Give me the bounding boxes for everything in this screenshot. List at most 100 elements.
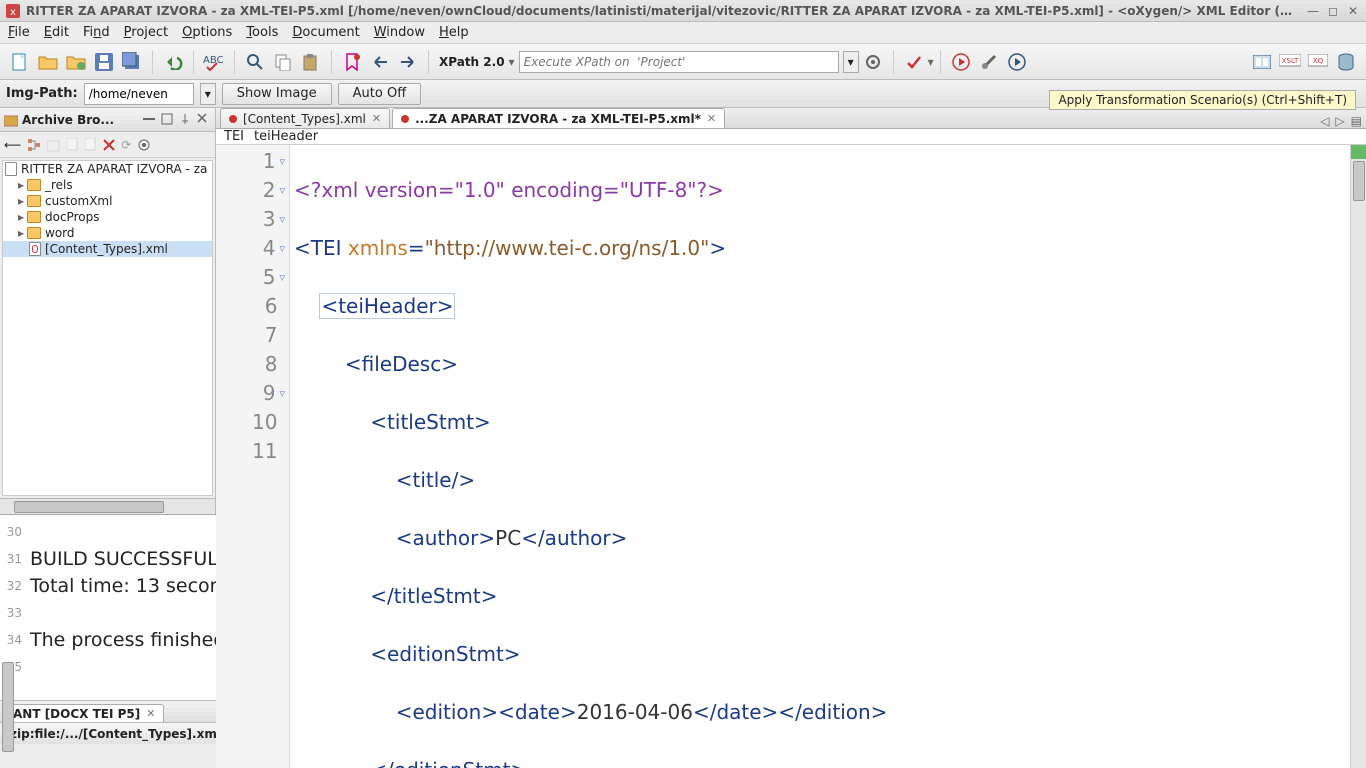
archive-refresh-icon[interactable]: ⟳ <box>121 138 131 152</box>
separator <box>940 50 941 74</box>
archive-browser-panel: Archive Bro... ⟵ ⟳ RITTER ZA APARAT IZVO… <box>0 108 216 514</box>
svg-text:XQ: XQ <box>1313 57 1324 65</box>
auto-off-button[interactable]: Auto Off <box>338 83 422 105</box>
new-file-icon[interactable] <box>8 50 32 74</box>
configure-transform-icon[interactable] <box>977 50 1001 74</box>
crumb-tei[interactable]: TEI <box>224 129 244 144</box>
panel-close-icon[interactable] <box>197 113 211 127</box>
minimize-button[interactable]: — <box>1306 4 1320 18</box>
editor-vscrollbar[interactable] <box>1350 145 1366 768</box>
archive-up-icon[interactable]: ⟵ <box>4 138 21 152</box>
tab-prev-icon[interactable]: ◁ <box>1320 114 1329 128</box>
main-toolbar: ABC XPath 2.0 ▾ ▾ ▾ XSLT XQ <box>0 44 1366 80</box>
tab-close-icon[interactable]: ✕ <box>146 707 155 720</box>
open-project-icon[interactable] <box>64 50 88 74</box>
debug-icon[interactable] <box>1005 50 1029 74</box>
panel-pin-icon[interactable] <box>179 113 193 127</box>
search-icon[interactable] <box>243 50 267 74</box>
tab-close-icon[interactable]: ✕ <box>372 112 381 125</box>
menubar: File Edit Find Project Options Tools Doc… <box>0 22 1366 44</box>
menu-file[interactable]: File <box>8 25 30 40</box>
tab-list-icon[interactable]: ▤ <box>1351 114 1362 128</box>
perspective-icon[interactable] <box>1250 50 1274 74</box>
svg-text:x: x <box>10 7 16 18</box>
imgpath-label: Img-Path: <box>6 86 78 101</box>
editor-tabs: [Content_Types].xml✕ ...ZA APARAT IZVORA… <box>216 108 1366 129</box>
archive-settings-icon[interactable] <box>137 138 151 152</box>
crumb-teiheader[interactable]: teiHeader <box>254 129 318 144</box>
archive-copy-icon[interactable] <box>67 138 79 152</box>
xslt-perspective-icon[interactable]: XSLT <box>1278 50 1302 74</box>
separator <box>893 50 894 74</box>
archive-paste-icon[interactable] <box>85 138 97 152</box>
tree-folder-rels[interactable]: ▸_rels <box>3 177 212 193</box>
modified-dot-icon <box>229 115 237 123</box>
panel-restore-icon[interactable] <box>161 113 175 127</box>
archive-title: Archive Bro... <box>22 113 139 127</box>
save-icon[interactable] <box>92 50 116 74</box>
xq-perspective-icon[interactable]: XQ <box>1306 50 1330 74</box>
undo-icon[interactable] <box>161 50 185 74</box>
tab-contenttypes[interactable]: [Content_Types].xml✕ <box>220 108 390 128</box>
run-transform-icon[interactable] <box>949 50 973 74</box>
menu-window[interactable]: Window <box>374 25 425 40</box>
archive-new-icon[interactable] <box>47 138 61 152</box>
imgpath-dropdown[interactable]: ▾ <box>200 83 216 105</box>
modified-dot-icon <box>401 115 409 123</box>
tab-close-icon[interactable]: ✕ <box>707 112 716 125</box>
window-titlebar: x RITTER ZA APARAT IZVORA - za XML-TEI-P… <box>0 0 1366 22</box>
db-perspective-icon[interactable] <box>1334 50 1358 74</box>
tree-folder-word[interactable]: ▸word <box>3 225 212 241</box>
separator <box>234 50 235 74</box>
copy-icon[interactable] <box>271 50 295 74</box>
archive-delete-icon[interactable] <box>103 139 115 151</box>
tab-next-icon[interactable]: ▷ <box>1335 114 1344 128</box>
xpath-settings-icon[interactable] <box>861 50 885 74</box>
code-editor[interactable]: 1▿ 2▿ 3▿ 4▿ 5▿ 6 7 8 9▿ 10 11 <?xml vers… <box>216 145 1366 768</box>
panel-minimize-icon[interactable] <box>143 113 157 127</box>
tree-root[interactable]: RITTER ZA APARAT IZVORA - za <box>3 161 212 177</box>
show-image-button[interactable]: Show Image <box>222 83 332 105</box>
menu-options[interactable]: Options <box>182 25 232 40</box>
xpath-input[interactable] <box>519 51 839 73</box>
archive-icon <box>4 113 18 127</box>
paste-icon[interactable] <box>299 50 323 74</box>
xpath-combo-arrow[interactable]: ▾ <box>843 51 859 73</box>
code-content[interactable]: <?xml version="1.0" encoding="UTF-8"?> <… <box>290 145 1350 768</box>
archive-tree[interactable]: RITTER ZA APARAT IZVORA - za ▸_rels ▸cus… <box>2 160 213 496</box>
transform-tooltip: Apply Transformation Scenario(s) (Ctrl+S… <box>1049 90 1356 110</box>
spellcheck-icon[interactable]: ABC <box>202 50 226 74</box>
archive-hscrollbar[interactable] <box>0 498 215 514</box>
breadcrumb[interactable]: TEI teiHeader <box>216 129 1366 145</box>
bookmark-icon[interactable] <box>340 50 364 74</box>
separator <box>193 50 194 74</box>
maximize-button[interactable]: ◻ <box>1326 4 1340 18</box>
xpath-label: XPath 2.0 <box>439 55 505 69</box>
console-tab-ant[interactable]: ANT [DOCX TEI P5]✕ <box>4 704 164 722</box>
forward-icon[interactable] <box>396 50 420 74</box>
close-button[interactable]: ✕ <box>1346 4 1360 18</box>
xpath-dropdown-icon[interactable]: ▾ <box>509 55 515 69</box>
menu-help[interactable]: Help <box>439 25 469 40</box>
svg-text:ABC: ABC <box>203 55 224 66</box>
separator <box>428 50 429 74</box>
archive-tree-icon[interactable] <box>27 138 41 152</box>
tree-file-contenttypes[interactable]: [Content_Types].xml <box>3 241 212 257</box>
open-icon[interactable] <box>36 50 60 74</box>
menu-project[interactable]: Project <box>124 25 169 40</box>
line-gutter: 1▿ 2▿ 3▿ 4▿ 5▿ 6 7 8 9▿ 10 11 <box>216 145 290 768</box>
menu-find[interactable]: Find <box>83 25 110 40</box>
separator <box>152 50 153 74</box>
menu-document[interactable]: Document <box>292 25 359 40</box>
save-all-icon[interactable] <box>120 50 144 74</box>
svg-text:XSLT: XSLT <box>1282 57 1299 65</box>
tree-folder-customxml[interactable]: ▸customXml <box>3 193 212 209</box>
validate-icon[interactable] <box>902 50 926 74</box>
tree-folder-docprops[interactable]: ▸docProps <box>3 209 212 225</box>
tab-tei-p5[interactable]: ...ZA APARAT IZVORA - za XML-TEI-P5.xml*… <box>392 108 725 128</box>
back-icon[interactable] <box>368 50 392 74</box>
menu-tools[interactable]: Tools <box>246 25 278 40</box>
menu-edit[interactable]: Edit <box>44 25 69 40</box>
validate-dropdown[interactable]: ▾ <box>928 55 934 69</box>
imgpath-input[interactable] <box>84 83 194 105</box>
